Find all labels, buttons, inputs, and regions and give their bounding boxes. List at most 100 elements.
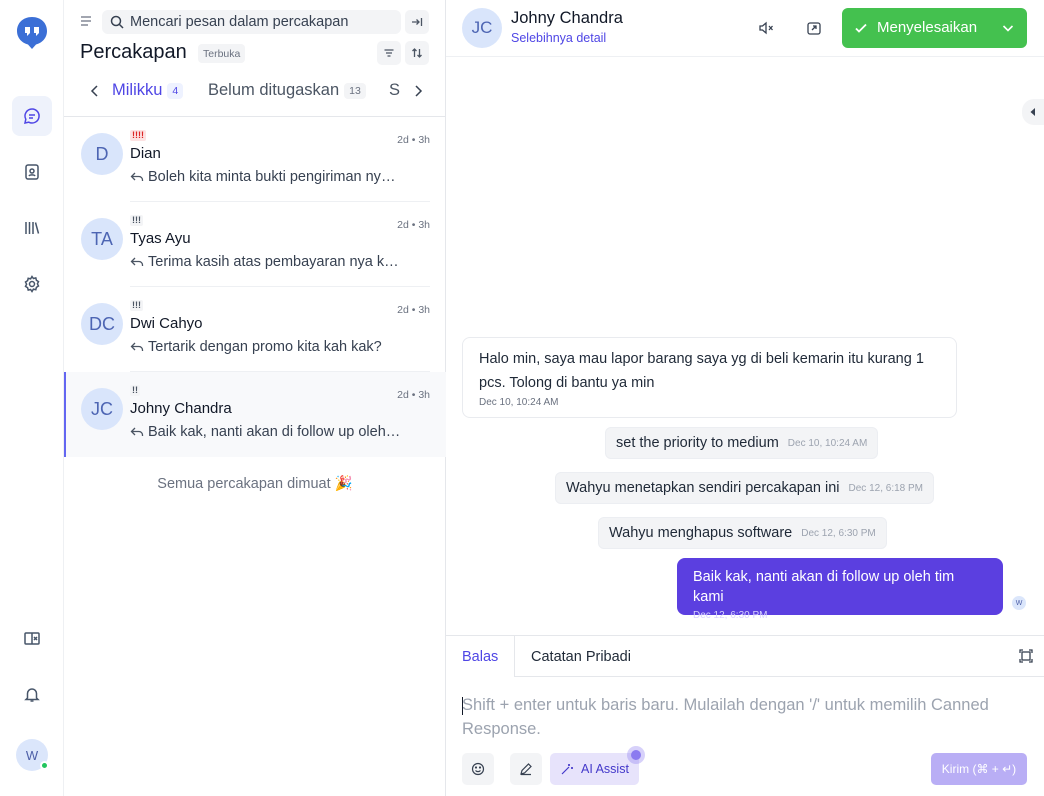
- chat-bubble-icon: [23, 107, 41, 125]
- app-sidebar: W: [0, 0, 64, 796]
- current-user-avatar[interactable]: W: [16, 739, 49, 771]
- reply-textarea[interactable]: [462, 693, 1022, 741]
- gear-icon: [23, 275, 41, 293]
- tab-private-note[interactable]: Catatan Pribadi: [515, 636, 647, 677]
- chevron-down-icon[interactable]: [1001, 21, 1015, 35]
- conversation-item-tyas-ayu[interactable]: TA !!! Tyas Ayu 2d • 3h Terima kasih ata…: [64, 202, 446, 287]
- status-badge: Terbuka: [198, 44, 246, 63]
- avatar: DC: [81, 303, 123, 345]
- priority-urgent-badge: !!!!: [130, 130, 146, 141]
- toggle-contact-panel-button[interactable]: [1022, 99, 1044, 125]
- tab-unassigned-label: Belum ditugaskan: [208, 81, 340, 99]
- message-preview: Baik kak, nanti akan di follow up oleh t…: [130, 424, 402, 440]
- notifications-button[interactable]: [12, 674, 52, 714]
- nav-library-button[interactable]: [12, 208, 52, 248]
- incoming-message: Halo min, saya mau lapor barang saya yg …: [462, 337, 957, 418]
- contact-avatar[interactable]: JC: [462, 8, 502, 48]
- activity-text: Wahyu menghapus software: [609, 525, 793, 541]
- magic-wand-icon: [560, 762, 574, 776]
- more-details-link[interactable]: Selebihnya detail: [511, 31, 606, 45]
- bell-icon: [23, 685, 41, 703]
- reply-arrow-icon: [130, 255, 144, 269]
- current-user-initial: W: [25, 747, 39, 763]
- priority-badge: !!!: [130, 300, 143, 311]
- nav-contacts-button[interactable]: [12, 152, 52, 192]
- avatar: JC: [81, 388, 123, 430]
- search-icon: [110, 15, 124, 29]
- conversation-item-dwi-cahyo[interactable]: DC !!! Dwi Cahyo 2d • 3h Tertarik dengan…: [64, 287, 446, 372]
- chat-header: JC Johny Chandra Selebihnya detail Menye…: [446, 0, 1044, 57]
- sort-arrows-icon: [411, 47, 423, 59]
- expand-editor-icon[interactable]: [1018, 648, 1034, 664]
- tab-all[interactable]: S: [389, 81, 400, 100]
- tab-mine-count: 4: [167, 82, 184, 99]
- mute-button[interactable]: [752, 14, 780, 42]
- search-input[interactable]: [130, 14, 390, 30]
- resolve-button-label: Menyelesaikan: [877, 19, 978, 36]
- switch-dashboard-button[interactable]: [12, 619, 52, 659]
- send-button[interactable]: Kirim (⌘ + ↵): [931, 753, 1027, 785]
- app-logo-icon[interactable]: [16, 16, 48, 50]
- avatar: D: [81, 133, 123, 175]
- outgoing-message: Baik kak, nanti akan di follow up oleh t…: [677, 558, 1003, 621]
- contact-name: Johny Chandra: [511, 9, 623, 27]
- filter-button[interactable]: [377, 41, 401, 65]
- ai-assist-label: AI Assist: [581, 762, 629, 776]
- activity-message: Wahyu menghapus software Dec 12, 6:30 PM: [598, 517, 887, 549]
- tab-reply[interactable]: Balas: [446, 636, 516, 677]
- filter-icon: [383, 47, 395, 59]
- smiley-icon: [471, 762, 485, 776]
- contact-name: Dwi Cahyo: [130, 315, 203, 332]
- chat-panel: JC Johny Chandra Selebihnya detail Menye…: [446, 0, 1044, 796]
- ai-assist-pulse-indicator: [627, 746, 645, 764]
- nav-settings-button[interactable]: [12, 264, 52, 304]
- timestamp: 2d • 3h: [397, 389, 430, 401]
- tab-unassigned[interactable]: Belum ditugaskan 13: [208, 81, 366, 100]
- timestamp: 2d • 3h: [397, 134, 430, 146]
- toggle-sidebar-button[interactable]: [405, 10, 429, 34]
- message-preview-text: Tertarik dengan promo kita kah kak?: [148, 339, 382, 355]
- signature-button[interactable]: [510, 753, 542, 785]
- share-button[interactable]: [800, 14, 828, 42]
- tab-mine[interactable]: Milikku 4: [112, 81, 184, 100]
- tab-unassigned-count: 13: [344, 82, 366, 99]
- reply-arrow-icon: [130, 425, 144, 439]
- chevron-right-icon[interactable]: [406, 83, 430, 99]
- message-text: Baik kak, nanti akan di follow up oleh t…: [693, 569, 955, 605]
- dashboard-switch-icon: [23, 630, 41, 648]
- speaker-mute-icon: [758, 20, 774, 36]
- search-box[interactable]: [102, 10, 401, 34]
- ai-assist-button[interactable]: AI Assist: [550, 753, 639, 785]
- message-text: Halo min, saya mau lapor barang saya yg …: [479, 351, 924, 391]
- sort-button[interactable]: [405, 41, 429, 65]
- timestamp: 2d • 3h: [397, 304, 430, 316]
- message-preview-text: Boleh kita minta bukti pengiriman nya ka…: [148, 169, 402, 185]
- pen-icon: [519, 762, 533, 776]
- chevron-left-icon[interactable]: [87, 83, 103, 99]
- resolve-button[interactable]: Menyelesaikan: [842, 8, 1027, 48]
- sender-avatar: W: [1012, 596, 1026, 610]
- conversation-item-johny-chandra[interactable]: JC !! Johny Chandra 2d • 3h Baik kak, na…: [64, 372, 446, 457]
- nav-conversations-button[interactable]: [12, 96, 52, 136]
- menu-icon[interactable]: [78, 13, 94, 29]
- tab-all-label: S: [389, 81, 401, 99]
- message-preview-text: Terima kasih atas pembayaran nya kak, pe…: [148, 254, 402, 270]
- online-status-indicator: [40, 761, 49, 770]
- library-icon: [23, 219, 41, 237]
- conversation-item-dian[interactable]: D !!!! Dian 2d • 3h Boleh kita minta buk…: [64, 117, 446, 202]
- activity-message: Wahyu menetapkan sendiri percakapan ini …: [555, 472, 934, 504]
- all-loaded-message: Semua percakapan dimuat 🎉: [157, 476, 353, 492]
- emoji-button[interactable]: [462, 753, 494, 785]
- share-icon: [806, 20, 822, 36]
- contact-name: Dian: [130, 145, 161, 162]
- tab-mine-label: Milikku: [112, 81, 163, 99]
- priority-badge: !!!: [130, 215, 143, 226]
- message-timestamp: Dec 10, 10:24 AM: [479, 397, 559, 408]
- reply-composer: Balas Catatan Pribadi AI Assist Kirim (⌘: [446, 635, 1044, 796]
- message-preview-text: Baik kak, nanti akan di follow up oleh t…: [148, 424, 402, 440]
- reply-arrow-icon: [130, 340, 144, 354]
- arrow-to-right-icon: [411, 16, 423, 28]
- contact-name: Tyas Ayu: [130, 230, 191, 247]
- message-timestamp: Dec 12, 6:30 PM: [693, 610, 768, 621]
- reply-arrow-icon: [130, 170, 144, 184]
